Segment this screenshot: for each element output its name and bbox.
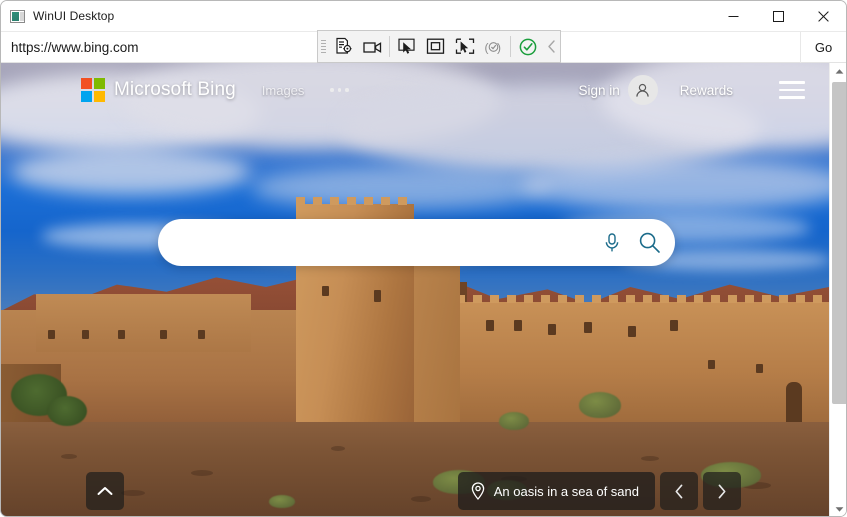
location-pin-icon xyxy=(471,482,484,500)
hero-previous-button[interactable] xyxy=(660,472,698,510)
sign-in-link[interactable]: Sign in xyxy=(578,83,619,98)
microphone-icon[interactable] xyxy=(591,219,633,266)
foreground-bush xyxy=(269,495,295,508)
desert-bush xyxy=(579,392,621,418)
window-title: WinUI Desktop xyxy=(33,9,115,23)
hero-caption-text: An oasis in a sea of sand xyxy=(493,483,639,499)
cloud xyxy=(11,149,251,195)
chevron-up-icon xyxy=(97,486,113,495)
palm-foliage xyxy=(47,396,87,426)
title-bar: WinUI Desktop xyxy=(1,1,846,32)
pointer-capture-icon[interactable] xyxy=(450,31,479,62)
winui-desktop-window: WinUI Desktop () https://www.bing.com G… xyxy=(0,0,847,517)
toolbar-separator xyxy=(389,36,390,57)
dot xyxy=(330,88,334,92)
maximize-button[interactable] xyxy=(756,1,801,32)
dot xyxy=(337,88,342,92)
scroll-up-arrow-icon xyxy=(835,69,843,74)
person-avatar-icon xyxy=(636,83,649,97)
hero-next-button[interactable] xyxy=(703,472,741,510)
vertical-scrollbar[interactable] xyxy=(829,63,846,516)
fortress-wall-right xyxy=(456,295,829,422)
brand-name: Microsoft Bing xyxy=(114,79,236,100)
web-content-area: Microsoft Bing Images Sign in Rewards An… xyxy=(1,63,846,516)
microsoft-logo-icon xyxy=(81,78,105,102)
nav-link-images[interactable]: Images xyxy=(262,83,305,98)
scrollbar-up-arrow[interactable] xyxy=(829,63,846,80)
bing-brand[interactable]: Microsoft Bing xyxy=(81,78,236,102)
scroll-down-arrow-icon xyxy=(835,507,843,512)
toolbar-drag-grip[interactable] xyxy=(318,31,329,62)
wall-crenellations xyxy=(456,295,829,303)
inspection-toolbar: ( ) xyxy=(317,30,561,63)
hero-scroll-up-button[interactable] xyxy=(86,472,124,510)
avatar[interactable] xyxy=(627,75,658,105)
record-video-icon[interactable] xyxy=(358,31,387,62)
check-circle-icon[interactable] xyxy=(513,31,542,62)
disabled-check-icon[interactable]: ( ) xyxy=(479,31,508,62)
search-input[interactable] xyxy=(158,219,591,266)
nav-more-button[interactable] xyxy=(330,88,349,92)
title-bar-left: WinUI Desktop xyxy=(1,1,114,31)
chevron-right-icon xyxy=(718,484,726,498)
scrollbar-down-arrow[interactable] xyxy=(829,501,846,516)
tower-crenellations-main xyxy=(296,197,414,205)
search-box xyxy=(158,219,675,266)
window-controls xyxy=(711,1,846,32)
rewards-link[interactable]: Rewards xyxy=(680,83,733,98)
scrollbar-thumb[interactable] xyxy=(831,82,846,404)
fortress-wall-left-upper xyxy=(36,294,251,352)
hero-background-image xyxy=(1,63,829,516)
collapse-toolbar-chevron-left-icon[interactable] xyxy=(542,31,560,62)
pointer-select-icon[interactable] xyxy=(392,31,421,62)
bounding-box-icon[interactable] xyxy=(421,31,450,62)
hero-caption-bar: An oasis in a sea of sand xyxy=(457,472,741,510)
go-button[interactable]: Go xyxy=(815,40,832,55)
scrollbar-track[interactable] xyxy=(830,80,846,501)
hero-caption-pill[interactable]: An oasis in a sea of sand xyxy=(457,472,655,510)
page-viewport: Microsoft Bing Images Sign in Rewards An… xyxy=(1,63,829,516)
go-button-container: Go xyxy=(800,31,846,63)
dot xyxy=(345,88,349,92)
svg-text:(: ( xyxy=(485,40,489,54)
inspect-properties-icon[interactable] xyxy=(329,31,358,62)
desert-bush xyxy=(499,412,529,430)
bing-page-header: Microsoft Bing Images Sign in Rewards xyxy=(1,63,829,117)
hamburger-menu-icon[interactable] xyxy=(779,81,805,99)
toolbar-separator-2 xyxy=(510,36,511,57)
bing-header-right: Sign in Rewards xyxy=(578,75,805,105)
chevron-left-icon xyxy=(675,484,683,498)
search-submit-magnifier-icon[interactable] xyxy=(633,219,675,266)
close-button[interactable] xyxy=(801,1,846,32)
minimize-button[interactable] xyxy=(711,1,756,32)
app-icon xyxy=(10,9,25,23)
